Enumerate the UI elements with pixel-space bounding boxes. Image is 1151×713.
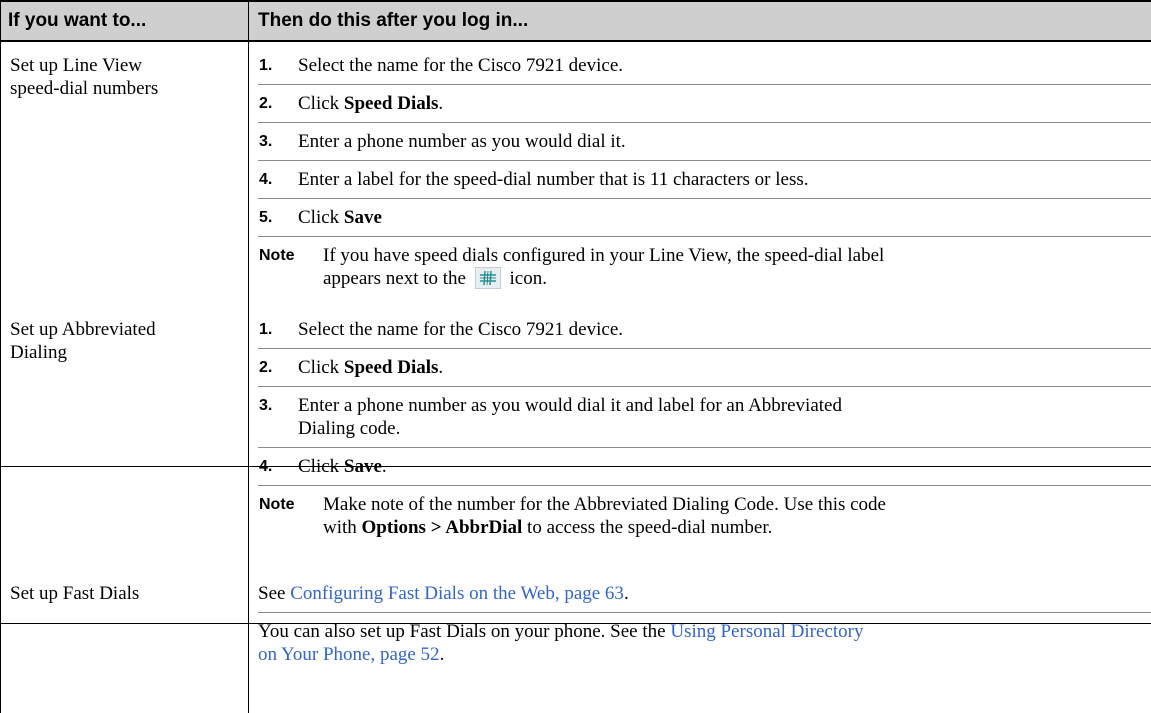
note-label: Note [259, 496, 295, 513]
note-label: Note [259, 247, 295, 264]
step-rule [258, 122, 1151, 123]
step-text-cont: Dialing code. [298, 418, 401, 439]
step-text: You can also set up Fast Dials on your p… [258, 621, 864, 642]
step-number: 4. [259, 458, 273, 475]
step-rule [258, 447, 1151, 448]
step-text: Click Speed Dials. [298, 93, 444, 114]
step-text: Click Save. [298, 456, 387, 477]
step-number: 4. [259, 171, 273, 188]
speed-dial-grid-icon [474, 267, 501, 289]
step-rule [258, 386, 1151, 387]
step-number: 2. [259, 359, 273, 376]
step-text: Enter a phone number as you would dial i… [298, 131, 626, 152]
step-number: 5. [259, 209, 273, 226]
header-col-task: If you want to... [8, 10, 147, 31]
step-rule [258, 236, 1151, 237]
step-number: 1. [259, 321, 273, 338]
step-number: 3. [259, 397, 273, 414]
note-text: If you have speed dials configured in yo… [323, 245, 885, 289]
left-border [0, 0, 1, 713]
procedure-table: If you want to... Then do this after you… [0, 0, 1151, 713]
task-label: Set up Fast Dials [10, 583, 140, 604]
header-col-steps: Then do this after you log in... [258, 10, 529, 31]
step-text: Select the name for the Cisco 7921 devic… [298, 319, 624, 340]
note-text: Make note of the number for the Abbrevia… [323, 494, 886, 538]
step-number: 1. [259, 57, 273, 74]
step-text: Click Speed Dials. [298, 357, 444, 378]
link-using-personal-directory[interactable]: Using Personal Directory [670, 621, 863, 642]
step-rule [258, 198, 1151, 199]
link-configuring-fast-dials[interactable]: Configuring Fast Dials on the Web, page … [290, 583, 624, 604]
task-label-cont: speed-dial numbers [10, 78, 159, 99]
column-divider [248, 0, 249, 713]
step-text: Enter a label for the speed-dial number … [298, 169, 809, 190]
task-label: Set up Abbreviated [10, 319, 156, 340]
step-rule [258, 84, 1151, 85]
link-using-personal-directory-cont[interactable]: on Your Phone, page 52 [258, 644, 440, 665]
step-text: See Configuring Fast Dials on the Web, p… [258, 583, 629, 604]
task-label-cont: Dialing [10, 342, 67, 363]
step-rule [258, 612, 1151, 613]
step-rule [258, 485, 1151, 486]
row-separator [0, 466, 1151, 467]
step-number: 2. [259, 95, 273, 112]
step-rule [258, 348, 1151, 349]
step-rule [258, 160, 1151, 161]
table-header: If you want to... Then do this after you… [0, 0, 1151, 42]
step-text-cont: on Your Phone, page 52. [258, 644, 445, 665]
step-number: 3. [259, 133, 273, 150]
step-text: Click Save [298, 207, 382, 228]
task-label: Set up Line View [10, 55, 143, 76]
step-text: Enter a phone number as you would dial i… [298, 395, 842, 416]
step-text: Select the name for the Cisco 7921 devic… [298, 55, 624, 76]
